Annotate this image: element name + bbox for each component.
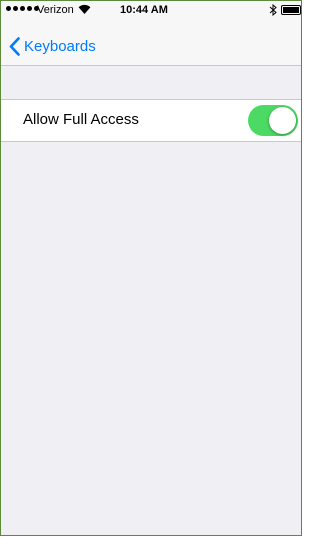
allow-full-access-row: Allow Full Access <box>1 99 301 142</box>
toggle-knob <box>269 107 296 134</box>
allow-full-access-toggle[interactable] <box>248 105 298 136</box>
wifi-icon <box>78 4 91 14</box>
status-bar: Verizon 10:44 AM <box>1 1 301 21</box>
signal-strength-icon <box>6 6 39 11</box>
navigation-header: Verizon 10:44 AM Keyboards <box>1 1 301 66</box>
carrier-name: Verizon <box>37 4 74 16</box>
allow-full-access-label: Allow Full Access <box>23 111 139 128</box>
back-button-label: Keyboards <box>24 37 96 55</box>
status-time: 10:44 AM <box>120 4 168 16</box>
battery-icon <box>281 5 301 15</box>
bluetooth-icon <box>269 4 277 16</box>
chevron-left-icon <box>9 36 20 56</box>
back-button[interactable]: Keyboards <box>9 33 96 59</box>
screen-frame: Verizon 10:44 AM Keyboards Allow Full Ac… <box>0 0 302 536</box>
